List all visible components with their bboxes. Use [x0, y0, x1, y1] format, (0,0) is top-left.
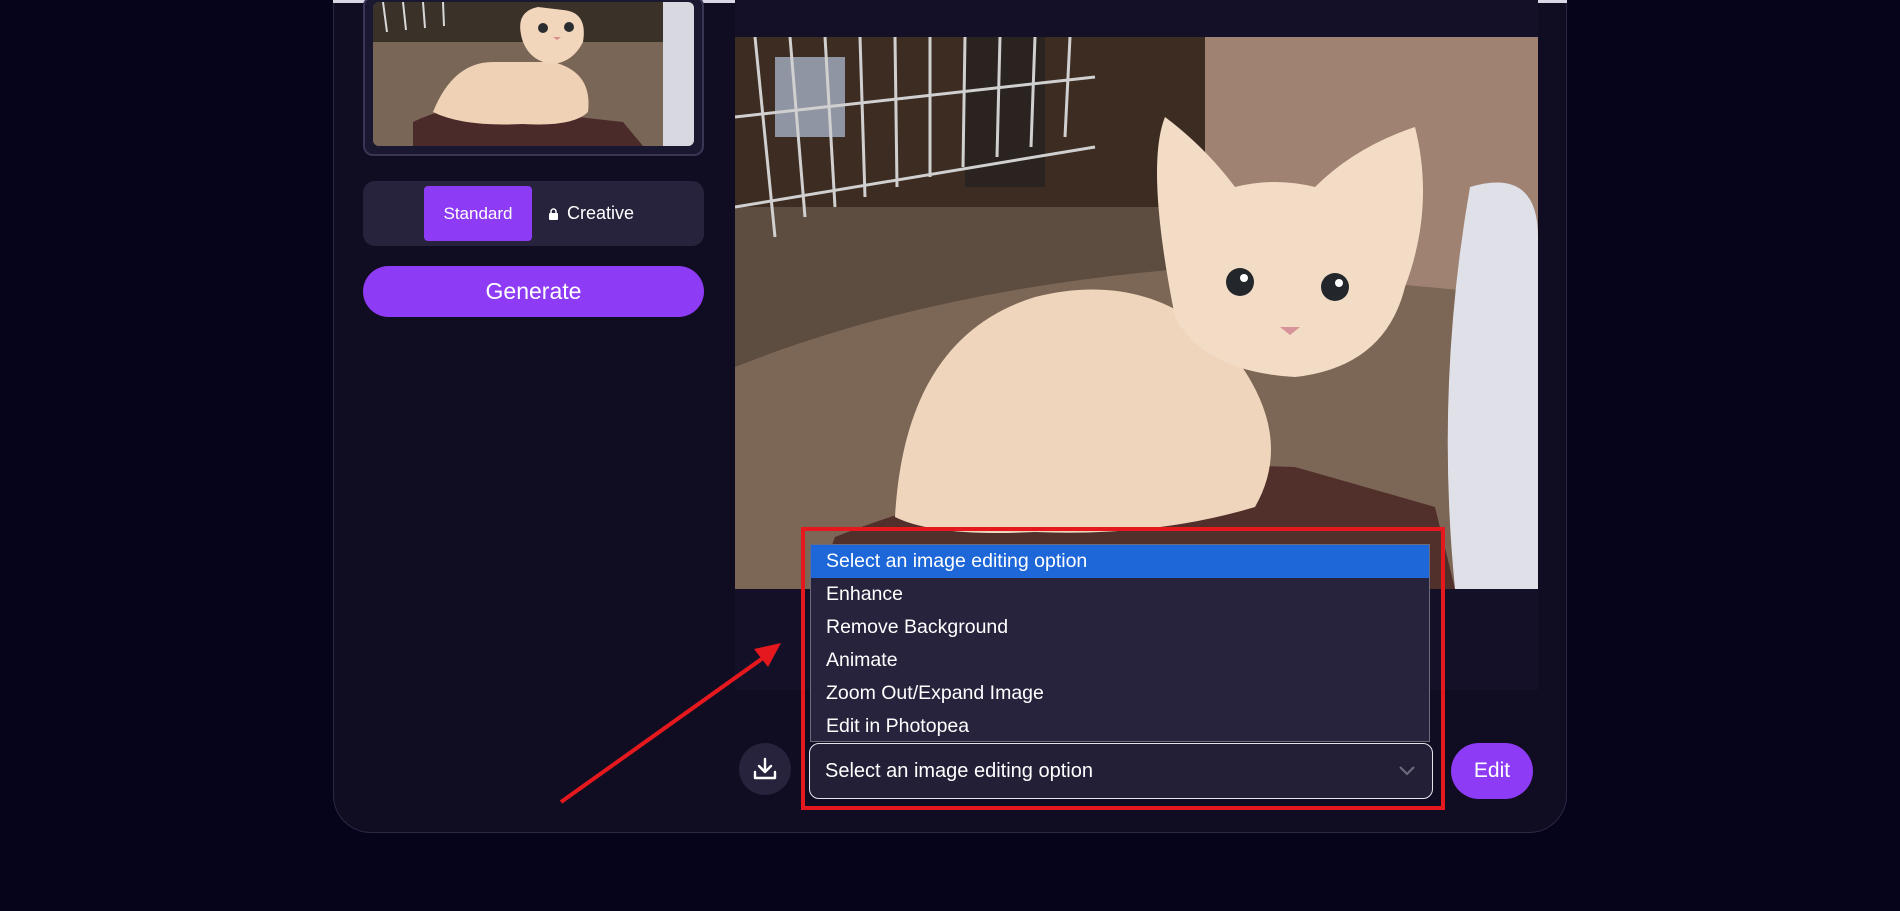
generate-label: Generate: [485, 278, 582, 304]
edit-label: Edit: [1473, 759, 1511, 782]
mode-creative-label: Creative: [567, 203, 635, 223]
lock-icon: [549, 207, 558, 220]
mode-toggle: Standard Creative: [363, 181, 704, 246]
generate-button[interactable]: Generate: [363, 266, 704, 317]
mode-standard-label: Standard: [443, 203, 513, 223]
generated-kitten-image: [735, 37, 1538, 589]
mode-creative-button[interactable]: Creative: [548, 186, 634, 241]
download-button[interactable]: [739, 743, 791, 795]
kitten-thumbnail-image: [373, 2, 694, 146]
edit-button[interactable]: Edit: [1451, 743, 1533, 799]
uploaded-image-thumbnail[interactable]: [363, 0, 704, 156]
annotation-highlight-box: [801, 527, 1445, 810]
download-icon: [753, 757, 777, 780]
mode-standard-button[interactable]: Standard: [424, 186, 532, 241]
